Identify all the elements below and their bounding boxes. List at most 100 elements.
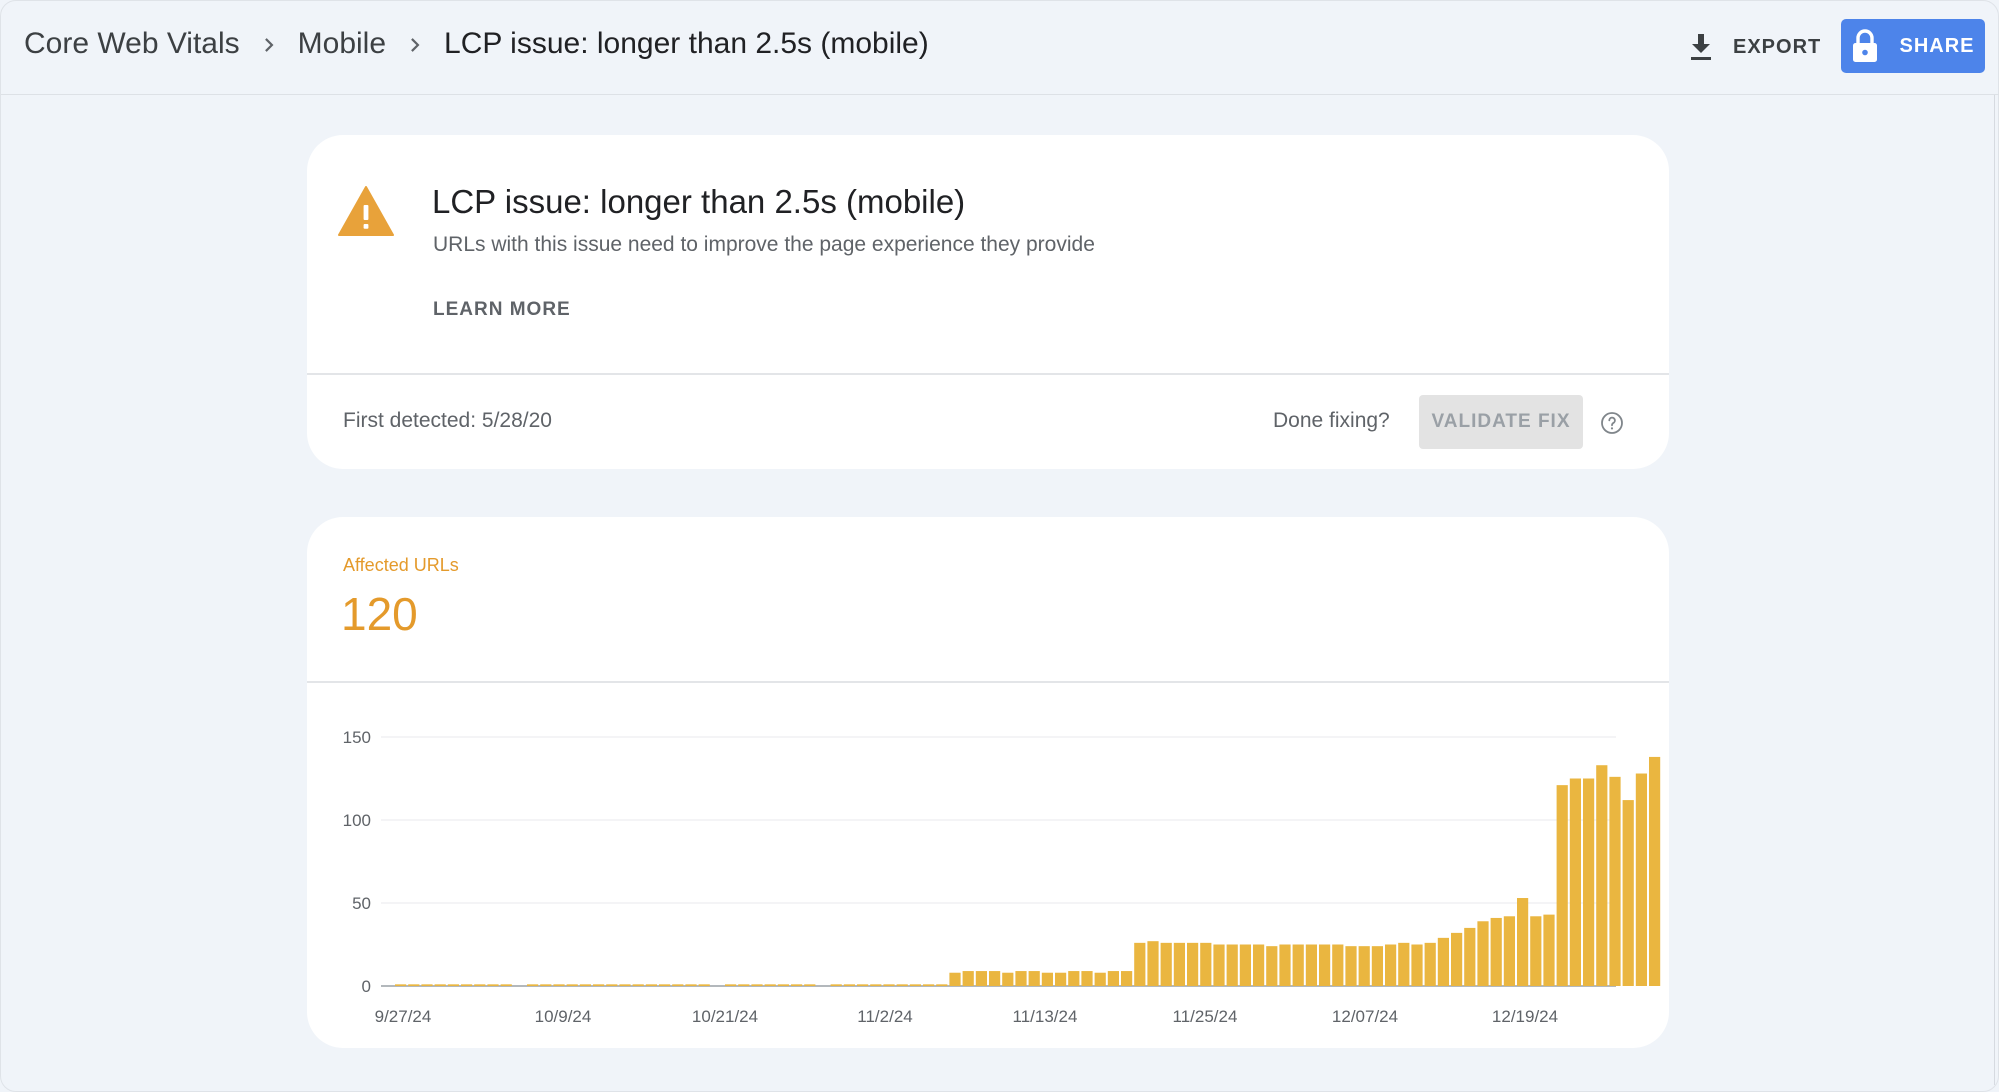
bar [1160, 942, 1172, 986]
bar [659, 984, 671, 986]
bar [738, 984, 750, 986]
x-tick-label: 11/25/24 [1173, 1007, 1238, 1026]
bar [553, 984, 565, 986]
chevron-right-icon [240, 27, 298, 61]
breadcrumb-current: LCP issue: longer than 2.5s (mobile) [444, 27, 929, 60]
done-fixing-label: Done fixing? [1273, 409, 1390, 432]
bar [1345, 946, 1357, 986]
bar [777, 984, 789, 986]
bar [1609, 776, 1621, 986]
bar [1213, 944, 1225, 986]
bar [896, 984, 908, 986]
bar [1002, 972, 1014, 986]
bar [1503, 916, 1515, 986]
bar [1055, 972, 1067, 986]
bar [909, 984, 921, 986]
bar [685, 984, 697, 986]
bar [566, 984, 578, 986]
x-tick-label: 9/27/24 [375, 1007, 432, 1026]
bar [1477, 921, 1489, 986]
bar [447, 984, 459, 986]
x-tick-label: 12/19/24 [1492, 1007, 1558, 1026]
bar [1424, 942, 1436, 986]
bar [791, 984, 803, 986]
bar [1332, 944, 1344, 986]
bar [632, 984, 644, 986]
bar [1239, 944, 1251, 986]
bar [1081, 971, 1093, 986]
bar [1121, 971, 1133, 986]
breadcrumb-mobile[interactable]: Mobile [298, 27, 386, 61]
x-tick-label: 11/2/24 [857, 1007, 912, 1026]
export-label: EXPORT [1733, 35, 1822, 58]
bar [540, 984, 552, 986]
warning-icon [338, 186, 394, 236]
bar [1385, 944, 1397, 986]
affected-urls-card: Affected URLs 120 0 50 100 150 9/27/24 10/9/2… [307, 517, 1669, 1048]
bar [751, 984, 763, 986]
bar [1226, 944, 1238, 986]
bar [1305, 944, 1317, 986]
y-tick-label: 0 [362, 977, 371, 996]
bar [593, 984, 605, 986]
bar [857, 984, 869, 986]
bar [1490, 917, 1502, 986]
bar [936, 984, 948, 986]
validate-fix-button[interactable]: VALIDATE FIX [1419, 395, 1583, 449]
bar [1200, 942, 1212, 986]
bar [487, 984, 499, 986]
bar [1028, 971, 1040, 986]
affected-urls-chart: 0 50 100 150 9/27/24 10/9/24 10/21/24 11/2/24 11… [343, 728, 1661, 1026]
affected-urls-count: 120 [341, 588, 418, 640]
breadcrumb-core-web-vitals[interactable]: Core Web Vitals [24, 27, 240, 61]
bar [1622, 800, 1634, 986]
bar [1134, 942, 1146, 986]
x-tick-label: 10/9/24 [535, 1007, 592, 1026]
bar [1517, 898, 1529, 986]
bar [672, 984, 684, 986]
y-tick-label: 50 [352, 894, 371, 913]
first-detected-text: First detected: 5/28/20 [343, 409, 552, 432]
bar [1279, 944, 1291, 986]
bar [1451, 932, 1463, 986]
bar [1107, 971, 1119, 986]
app-frame: Core Web Vitals Mobile LCP issue: longer… [0, 0, 1999, 1092]
y-tick-label: 100 [343, 811, 371, 830]
learn-more-link[interactable]: LEARN MORE [433, 299, 571, 321]
share-label: SHARE [1899, 34, 1975, 57]
help-icon[interactable] [1600, 411, 1624, 435]
bar [949, 972, 961, 986]
chevron-right-icon [386, 27, 444, 61]
issue-description: URLs with this issue need to improve the… [433, 233, 1095, 256]
scrollbar-track[interactable] [1994, 95, 1995, 1085]
bar [1596, 765, 1608, 986]
bar [461, 984, 473, 986]
bar [962, 971, 974, 986]
affected-urls-label: Affected URLs [343, 555, 459, 575]
bar [606, 984, 618, 986]
bar [1068, 971, 1080, 986]
y-tick-label: 150 [343, 728, 371, 747]
bar [975, 971, 987, 986]
bar [1543, 914, 1555, 986]
bar [1015, 971, 1027, 986]
x-tick-label: 11/13/24 [1013, 1007, 1078, 1026]
bar [1041, 972, 1053, 986]
bar [1437, 937, 1449, 986]
bar [1358, 946, 1370, 986]
bar [1173, 942, 1185, 986]
share-button[interactable]: SHARE [1841, 19, 1985, 73]
bar [1319, 944, 1331, 986]
bar [500, 984, 512, 986]
bar [1635, 773, 1647, 986]
export-button[interactable]: EXPORT [1687, 27, 1821, 67]
bar [527, 984, 539, 986]
bar [989, 971, 1001, 986]
bar [883, 984, 895, 986]
bar [421, 984, 433, 986]
bar [1266, 946, 1278, 986]
lock-icon [1853, 29, 1878, 62]
bar [579, 984, 591, 986]
bar [1187, 942, 1199, 986]
x-tick-label: 12/07/24 [1332, 1007, 1398, 1026]
